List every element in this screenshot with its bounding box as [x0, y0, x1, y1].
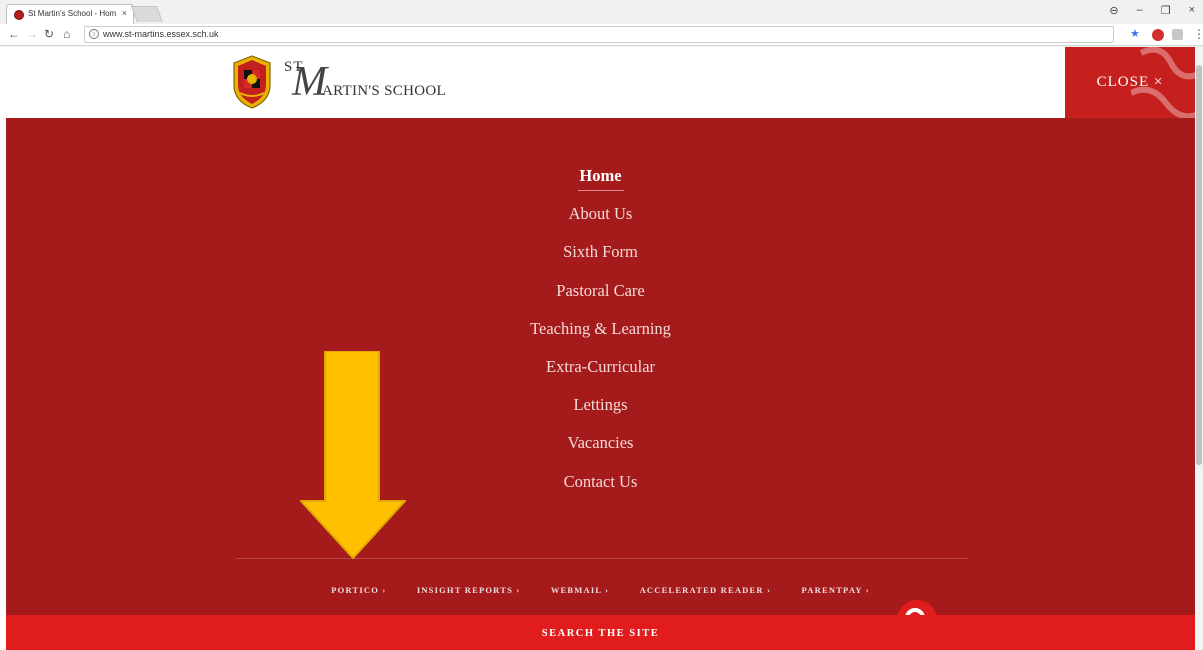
tab-close-icon[interactable]: ×	[122, 8, 127, 18]
nav-item-contact-us[interactable]: Contact Us	[6, 472, 1195, 510]
minimize-button[interactable]: –	[1137, 4, 1143, 17]
browser-tab[interactable]: St Martin's School - Hom ×	[6, 4, 134, 24]
main-nav: Home About Us Sixth Form Pastoral Care T…	[6, 166, 1195, 510]
nav-item-vacancies[interactable]: Vacancies	[6, 433, 1195, 471]
browser-tab-strip: St Martin's School - Hom × ⊖ – ❐ ×	[0, 0, 1203, 24]
scrollbar-thumb[interactable]	[1196, 65, 1202, 465]
extension-icon[interactable]	[1152, 29, 1164, 41]
tab-title: St Martin's School - Hom	[28, 9, 117, 18]
close-menu-button[interactable]: CLOSE ×	[1065, 47, 1195, 118]
nav-item-teaching-learning[interactable]: Teaching & Learning	[6, 319, 1195, 357]
nav-label: Extra-Curricular	[545, 356, 656, 376]
quick-link-webmail[interactable]: WEBMAIL ›	[551, 585, 609, 595]
profile-icon[interactable]: ⊖	[1109, 4, 1118, 17]
nav-label: Teaching & Learning	[530, 318, 671, 338]
site-header: ST M ARTIN'S SCHOOL CLOSE ×	[0, 47, 1195, 118]
quick-link-insight-reports[interactable]: INSIGHT REPORTS ›	[417, 585, 521, 595]
address-bar[interactable]: i www.st-martins.essex.sch.uk	[84, 26, 1114, 43]
close-menu-label: CLOSE ×	[1096, 74, 1164, 90]
nav-item-pastoral-care[interactable]: Pastoral Care	[6, 281, 1195, 319]
quick-link-parentpay[interactable]: PARENTPAY ›	[802, 585, 870, 595]
close-window-button[interactable]: ×	[1189, 4, 1195, 17]
window-controls: ⊖ – ❐ ×	[1109, 4, 1195, 17]
nav-item-about-us[interactable]: About Us	[6, 204, 1195, 242]
url-text: www.st-martins.essex.sch.uk	[103, 29, 219, 39]
school-crest-icon[interactable]	[232, 55, 272, 109]
browser-toolbar: ← → ↻ ⌂ i www.st-martins.essex.sch.uk ★ …	[0, 24, 1203, 46]
browser-menu-icon[interactable]: ⋮	[1193, 27, 1203, 41]
quick-link-portico[interactable]: PORTICO ›	[331, 585, 386, 595]
nav-label: Home	[579, 166, 622, 185]
page-scrollbar[interactable]	[1195, 47, 1203, 650]
nav-item-home[interactable]: Home	[6, 166, 1195, 204]
reload-icon[interactable]: ↻	[44, 27, 54, 41]
annotation-down-arrow-icon	[300, 351, 406, 559]
nav-label: Contact Us	[563, 471, 638, 491]
school-favicon-icon	[14, 10, 24, 20]
nav-label: Pastoral Care	[556, 280, 645, 300]
logo-school-name: ARTIN'S SCHOOL	[322, 83, 446, 99]
page-viewport: ST M ARTIN'S SCHOOL CLOSE × Home About U…	[0, 47, 1203, 650]
nav-label: Sixth Form	[563, 242, 638, 262]
restore-button[interactable]: ❐	[1161, 4, 1171, 17]
quick-links: PORTICO › INSIGHT REPORTS › WEBMAIL › AC…	[6, 580, 1195, 598]
active-underline	[577, 190, 624, 191]
nav-item-lettings[interactable]: Lettings	[6, 395, 1195, 433]
nav-item-extra-curricular[interactable]: Extra-Curricular	[6, 357, 1195, 395]
new-tab-button[interactable]	[131, 6, 163, 22]
bookmark-star-icon[interactable]: ★	[1130, 27, 1140, 40]
nav-label: Lettings	[573, 395, 628, 415]
home-icon[interactable]: ⌂	[63, 27, 70, 41]
forward-arrow-icon[interactable]: →	[26, 27, 38, 41]
nav-label: Vacancies	[567, 433, 634, 453]
nav-label: About Us	[568, 204, 633, 224]
nav-item-sixth-form[interactable]: Sixth Form	[6, 242, 1195, 280]
extension-icon[interactable]	[1172, 29, 1183, 40]
quick-link-accelerated-reader[interactable]: ACCELERATED READER ›	[640, 585, 772, 595]
navigation-overlay: Home About Us Sixth Form Pastoral Care T…	[6, 118, 1195, 649]
back-arrow-icon[interactable]: ←	[8, 27, 20, 41]
info-icon[interactable]: i	[89, 29, 99, 39]
search-the-site-bar[interactable]: SEARCH THE SITE	[6, 615, 1195, 650]
search-label: SEARCH THE SITE	[541, 628, 660, 639]
